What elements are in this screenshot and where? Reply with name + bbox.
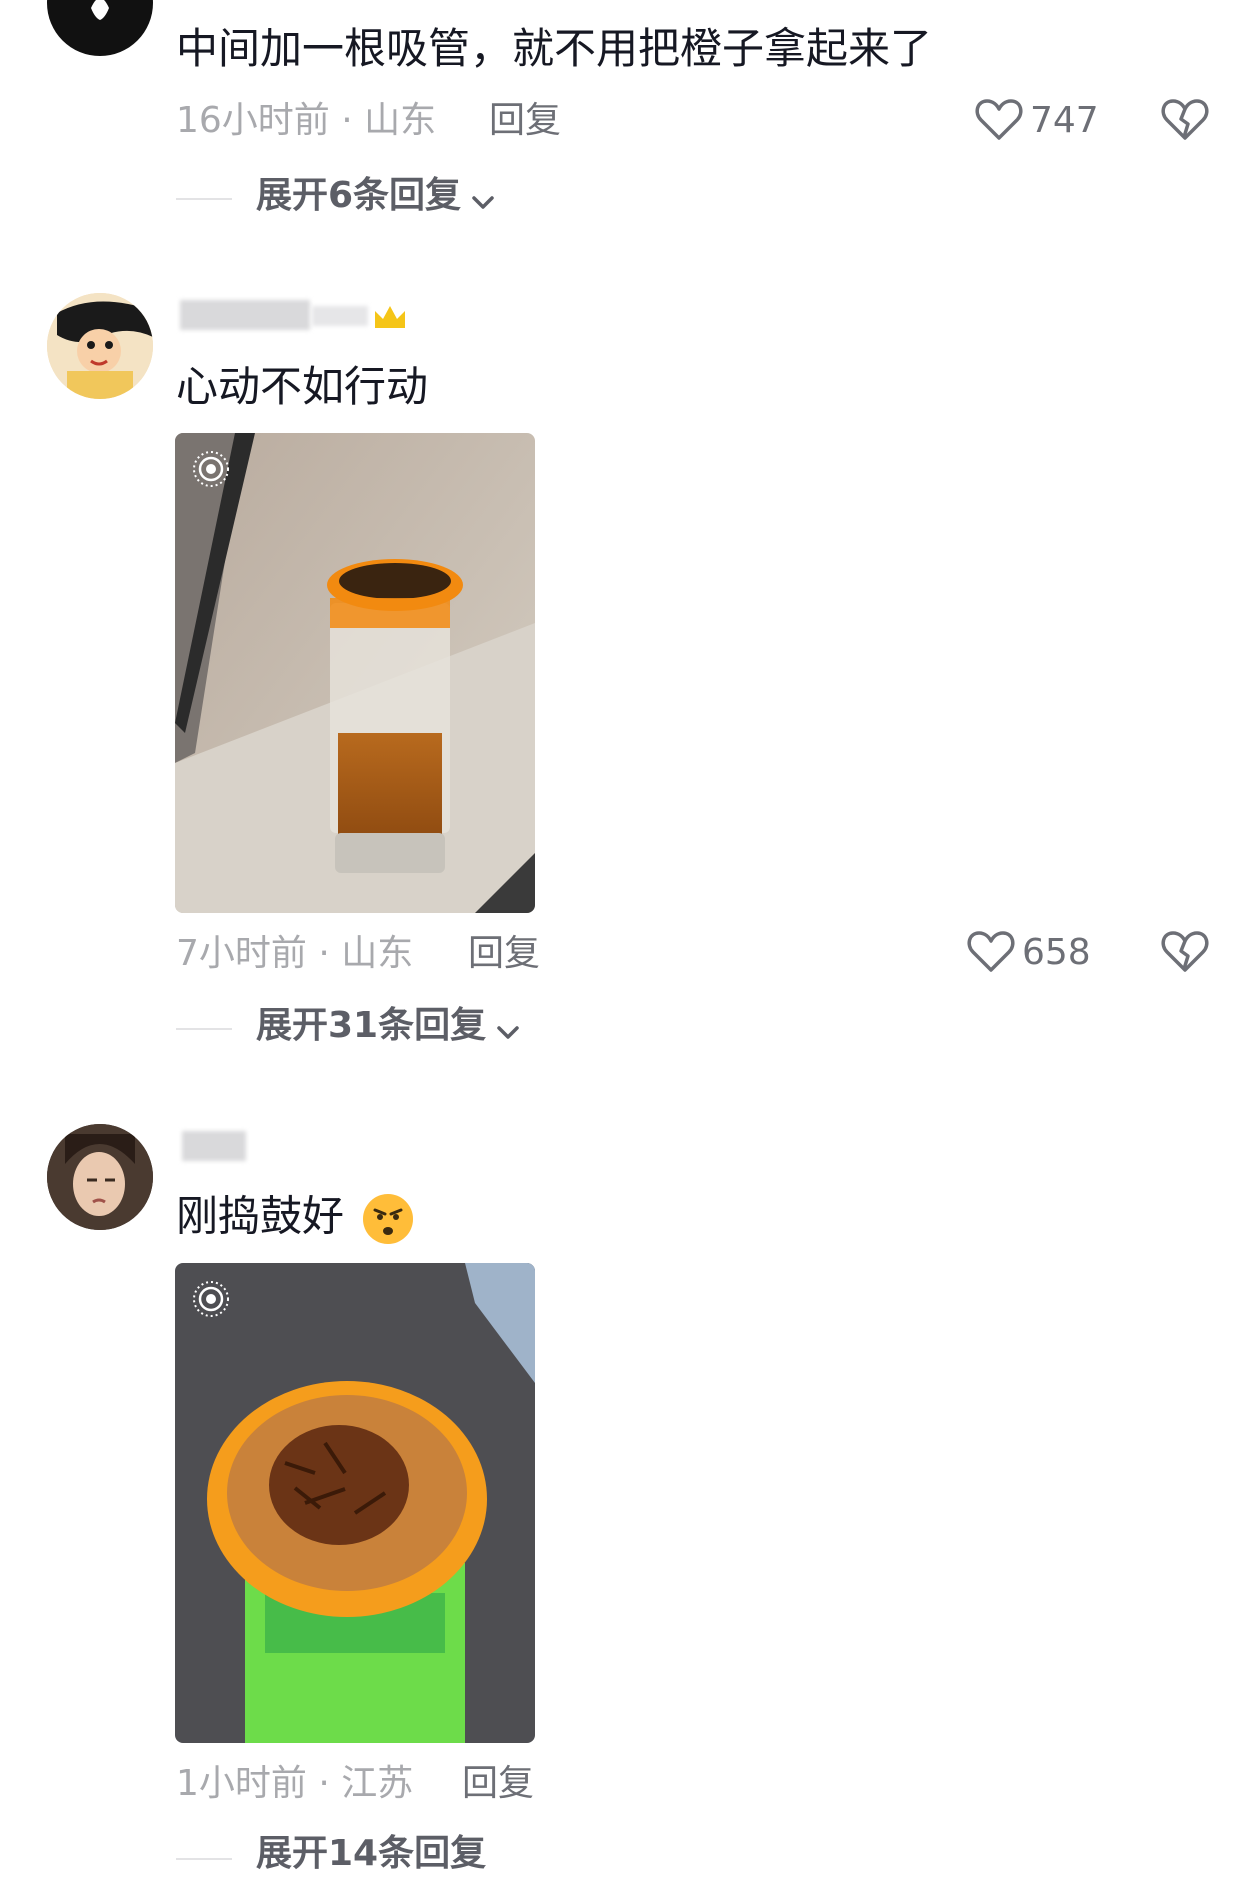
username-masked — [182, 1131, 246, 1161]
comment-location: 山东 — [364, 100, 437, 141]
broken-heart-icon[interactable] — [1160, 928, 1210, 976]
comment-text: 刚捣鼓好 — [176, 1192, 415, 1246]
live-photo-icon — [193, 451, 229, 487]
heart-outline-icon — [967, 931, 1015, 972]
comment-text: 心动不如行动 — [176, 362, 429, 411]
comment-time-value: 7小时前 — [176, 933, 307, 974]
meta-separator: · — [318, 1763, 330, 1804]
reply-divider — [176, 1858, 232, 1860]
comment-text-value: 刚捣鼓好 — [176, 1191, 345, 1241]
like-count: 747 — [1030, 100, 1099, 141]
reply-button[interactable]: 回复 — [468, 936, 540, 972]
avatar[interactable] — [47, 0, 153, 56]
comment-time: 7小时前 · 山东 — [176, 936, 413, 972]
avatar[interactable] — [47, 1124, 153, 1230]
comment-time: 16小时前 · 山东 — [176, 103, 436, 139]
tea-in-orange-glass-photo — [175, 433, 535, 913]
frowning-face-emoji — [363, 1194, 414, 1244]
reply-button[interactable]: 回复 — [462, 1766, 534, 1802]
comment-location: 山东 — [341, 933, 414, 974]
live-photo-icon — [193, 1281, 229, 1317]
crown-icon — [375, 306, 405, 328]
avatar[interactable] — [47, 293, 153, 399]
expand-replies-button[interactable]: 展开6条回复 — [256, 178, 496, 222]
expand-replies-button[interactable]: 展开31条回复 — [256, 1008, 521, 1052]
like-button[interactable]: 658 — [966, 928, 1106, 976]
avatar-image — [91, 0, 109, 20]
reply-divider — [176, 1028, 232, 1030]
like-count: 658 — [1022, 932, 1091, 973]
avatar-image — [47, 1124, 153, 1230]
chevron-down-icon — [472, 195, 494, 209]
username-masked — [312, 306, 368, 326]
expand-replies-button[interactable]: 展开14条回复 — [256, 1836, 486, 1880]
meta-separator: · — [318, 933, 330, 974]
username-masked — [180, 300, 310, 330]
broken-heart-icon[interactable] — [1160, 96, 1210, 144]
tea-in-orange-can-photo — [175, 1263, 535, 1743]
comment-time-value: 16小时前 — [176, 100, 330, 141]
expand-replies-label: 展开6条回复 — [256, 175, 462, 216]
chevron-down-icon — [497, 1025, 519, 1039]
reply-button[interactable]: 回复 — [489, 103, 561, 139]
comment-image[interactable] — [175, 1263, 535, 1743]
expand-replies-label: 展开31条回复 — [256, 1005, 487, 1046]
reply-divider — [176, 198, 232, 200]
expand-replies-label: 展开14条回复 — [256, 1833, 487, 1874]
comment-image[interactable] — [175, 433, 535, 913]
comment-text: 中间加一根吸管，就不用把橙子拿起来了 — [176, 24, 933, 73]
avatar-image — [47, 293, 153, 399]
heart-outline-icon — [975, 99, 1023, 140]
comment-time-value: 1小时前 — [176, 1763, 307, 1804]
like-button[interactable]: 747 — [974, 96, 1104, 144]
meta-separator: · — [341, 100, 353, 141]
comment-time: 1小时前 · 江苏 — [176, 1766, 413, 1802]
comment-location: 江苏 — [341, 1763, 414, 1804]
